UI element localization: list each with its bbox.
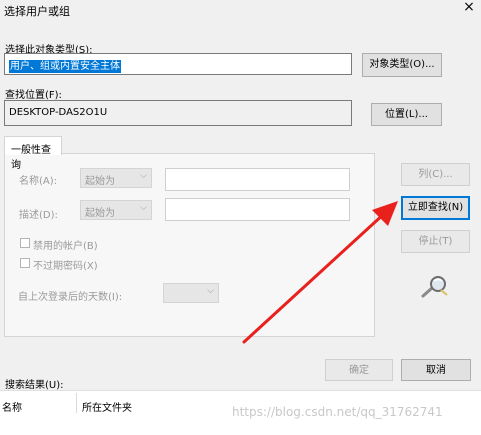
location-field: DESKTOP-DAS2O1U (4, 100, 352, 126)
search-icon (421, 276, 448, 298)
ok-button[interactable]: 确定 (325, 359, 393, 381)
chevron-down-icon: ⌵ (207, 286, 214, 296)
name-mode-value: 起始为 (85, 176, 115, 187)
close-icon[interactable]: × (461, 0, 477, 15)
find-now-button[interactable]: 立即查找(N) (401, 196, 470, 220)
description-mode-value: 起始为 (85, 208, 115, 219)
chevron-down-icon: ⌵ (140, 203, 147, 213)
name-label: 名称(A): (19, 176, 58, 187)
days-since-logon-label: 自上次登录后的天数(I): (18, 292, 123, 303)
cancel-button[interactable]: 取消 (401, 359, 471, 381)
days-since-logon-select[interactable]: ⌵ (163, 283, 219, 303)
object-type-value: 用户、组或内置安全主体 (9, 60, 121, 73)
columns-button[interactable]: 列(C)... (401, 163, 470, 186)
annotation-arrow-icon (242, 201, 398, 344)
location-value: DESKTOP-DAS2O1U (9, 107, 108, 118)
name-input[interactable] (165, 168, 350, 191)
non-expiring-password-label: 不过期密码(X) (33, 261, 98, 272)
non-expiring-password-checkbox[interactable] (20, 258, 30, 268)
results-column-folder[interactable]: 所在文件夹 (82, 399, 132, 414)
locations-button[interactable]: 位置(L)... (371, 103, 442, 126)
description-label: 描述(D): (19, 210, 58, 221)
stop-button[interactable]: 停止(T) (401, 230, 470, 253)
search-results-label: 搜索结果(U): (5, 380, 64, 391)
tab-general-query[interactable]: 一般性查询 (4, 136, 62, 171)
object-type-field[interactable]: 用户、组或内置安全主体 (4, 53, 352, 75)
disabled-accounts-checkbox[interactable] (20, 238, 30, 248)
chevron-down-icon: ⌵ (140, 171, 147, 181)
column-divider[interactable] (76, 393, 77, 413)
results-column-name[interactable]: 名称 (2, 399, 22, 414)
object-types-button[interactable]: 对象类型(O)... (362, 53, 442, 77)
window-title: 选择用户或组 (4, 5, 70, 18)
description-mode-select[interactable]: 起始为 ⌵ (80, 200, 152, 220)
name-mode-select[interactable]: 起始为 ⌵ (80, 168, 152, 188)
disabled-accounts-label: 禁用的帐户(B) (33, 241, 98, 252)
watermark: https://blog.csdn.net/qq_31762741 (232, 405, 443, 419)
location-label: 查找位置(F): (5, 90, 62, 101)
